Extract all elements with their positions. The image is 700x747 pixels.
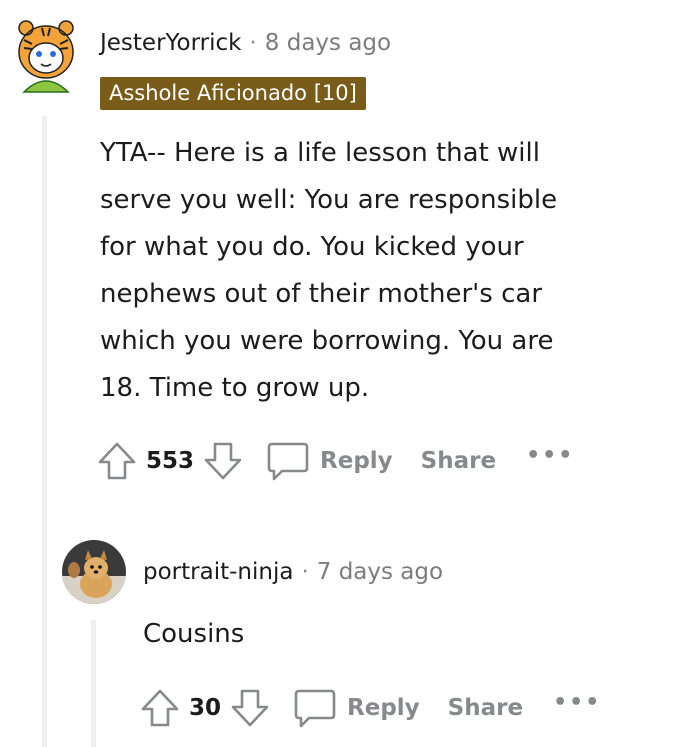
tiger-snoo-avatar[interactable] xyxy=(14,14,78,94)
vote-score: 553 xyxy=(146,448,195,474)
reply-button[interactable]: Reply xyxy=(320,448,393,474)
comment-actions: 553 Reply Share ••• xyxy=(96,440,574,482)
username[interactable]: portrait-ninja xyxy=(143,559,293,585)
share-button[interactable]: Share xyxy=(421,448,496,474)
comment-body: YTA-- Here is a life lesson that will se… xyxy=(100,130,680,412)
comment-meta: portrait-ninja · 7 days ago xyxy=(143,559,443,585)
meta-separator: · xyxy=(249,30,257,56)
more-options-icon[interactable]: ••• xyxy=(526,443,574,468)
share-button[interactable]: Share xyxy=(448,695,523,721)
dog-photo-avatar[interactable] xyxy=(62,540,126,604)
comment-body-line: nephews out of their mother's car xyxy=(100,279,543,309)
reply-button[interactable]: Reply xyxy=(347,695,420,721)
comment-body-line: for what you do. You kicked your xyxy=(100,232,524,262)
upvote-icon[interactable] xyxy=(139,687,181,729)
downvote-icon[interactable] xyxy=(202,440,244,482)
comment-bubble-icon[interactable] xyxy=(293,687,337,729)
thread-line[interactable] xyxy=(91,620,96,747)
upvote-icon[interactable] xyxy=(96,440,138,482)
downvote-icon[interactable] xyxy=(229,687,271,729)
comment-bubble-icon[interactable] xyxy=(266,440,310,482)
comment-body: Cousins xyxy=(143,619,245,649)
username[interactable]: JesterYorrick xyxy=(100,30,241,56)
comment-body-line: YTA-- Here is a life lesson that will xyxy=(100,138,540,168)
timestamp[interactable]: 7 days ago xyxy=(317,559,443,585)
comment-body-line: serve you well: You are responsible xyxy=(100,185,558,215)
timestamp[interactable]: 8 days ago xyxy=(265,30,391,56)
thread-line[interactable] xyxy=(42,116,47,747)
user-flair: Asshole Aficionado [10] xyxy=(100,77,366,110)
vote-score: 30 xyxy=(189,695,222,721)
comment-actions: 30 Reply Share ••• xyxy=(139,687,601,729)
comment-body-line: which you were borrowing. You are xyxy=(100,326,554,356)
comment-meta: JesterYorrick · 8 days ago xyxy=(100,30,391,56)
comment-body-line: 18. Time to grow up. xyxy=(100,373,370,403)
more-options-icon[interactable]: ••• xyxy=(553,690,601,715)
meta-separator: · xyxy=(301,559,309,585)
